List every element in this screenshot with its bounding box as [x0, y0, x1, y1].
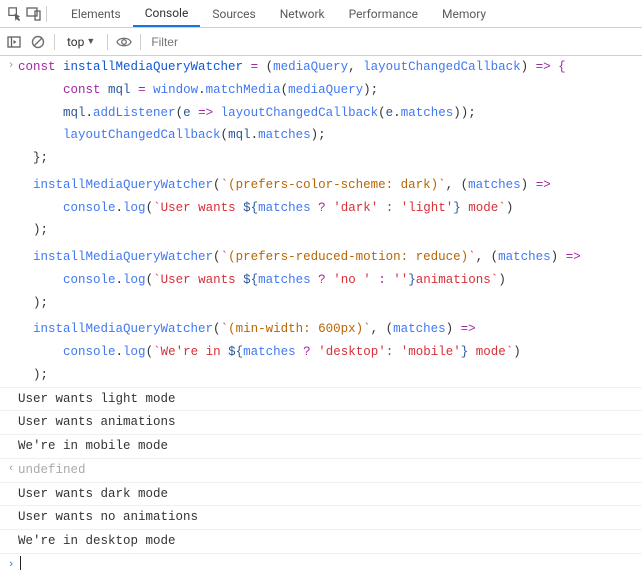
tab-elements[interactable]: Elements [59, 0, 133, 27]
filter-input[interactable] [149, 33, 636, 51]
code-line: ); [18, 294, 642, 313]
log-line: User wants animations [0, 411, 642, 435]
code-line: installMediaQueryWatcher(`(prefers-reduc… [18, 248, 642, 267]
code-line: mql.addListener(e => layoutChangedCallba… [18, 104, 642, 123]
context-selector[interactable]: top ▼ [63, 33, 99, 51]
divider [46, 6, 47, 22]
divider [107, 34, 108, 50]
log-line: User wants dark mode [0, 483, 642, 507]
log-line: User wants light mode [0, 388, 642, 412]
code-line: console.log(`User wants ${matches ? 'dar… [18, 199, 642, 218]
live-expression-icon[interactable] [116, 34, 132, 50]
divider [54, 34, 55, 50]
log-line: User wants no animations [0, 506, 642, 530]
output-marker-icon: › [4, 461, 18, 479]
context-label: top [67, 35, 84, 49]
chevron-down-icon: ▼ [86, 36, 95, 47]
code-line: const mql = window.matchMedia(mediaQuery… [18, 81, 642, 100]
console-prompt[interactable]: › [0, 554, 642, 579]
tab-console[interactable]: Console [133, 0, 201, 27]
log-line: We're in desktop mode [0, 530, 642, 554]
tab-performance[interactable]: Performance [337, 0, 430, 27]
clear-console-icon[interactable] [30, 34, 46, 50]
divider [140, 34, 141, 50]
device-toggle-icon[interactable] [26, 6, 42, 22]
console-input: › const installMediaQueryWatcher = (medi… [0, 56, 642, 79]
code-line: const installMediaQueryWatcher = (mediaQ… [18, 58, 642, 77]
code-line: }; [18, 149, 642, 168]
input-marker-icon: › [4, 58, 18, 76]
code-line: layoutChangedCallback(mql.matches); [18, 126, 642, 145]
console-body: › const installMediaQueryWatcher = (medi… [0, 56, 642, 579]
code-line: ); [18, 221, 642, 240]
code-line: installMediaQueryWatcher(`(prefers-color… [18, 176, 642, 195]
tab-bar: Elements Console Sources Network Perform… [0, 0, 642, 28]
inspect-icon[interactable] [6, 6, 22, 22]
code-line: installMediaQueryWatcher(`(min-width: 60… [18, 320, 642, 339]
code-line: ); [18, 366, 642, 385]
code-line: console.log(`User wants ${matches ? 'no … [18, 271, 642, 290]
console-toolbar: top ▼ [0, 28, 642, 56]
code-line: console.log(`We're in ${matches ? 'deskt… [18, 343, 642, 362]
toggle-drawer-icon[interactable] [6, 34, 22, 50]
tab-memory[interactable]: Memory [430, 0, 498, 27]
prompt-marker-icon: › [4, 557, 18, 575]
tab-sources[interactable]: Sources [200, 0, 267, 27]
return-line: ›undefined [0, 459, 642, 483]
log-line: We're in mobile mode [0, 435, 642, 459]
text-cursor [20, 556, 21, 570]
tab-network[interactable]: Network [268, 0, 337, 27]
tabs: Elements Console Sources Network Perform… [59, 0, 498, 27]
